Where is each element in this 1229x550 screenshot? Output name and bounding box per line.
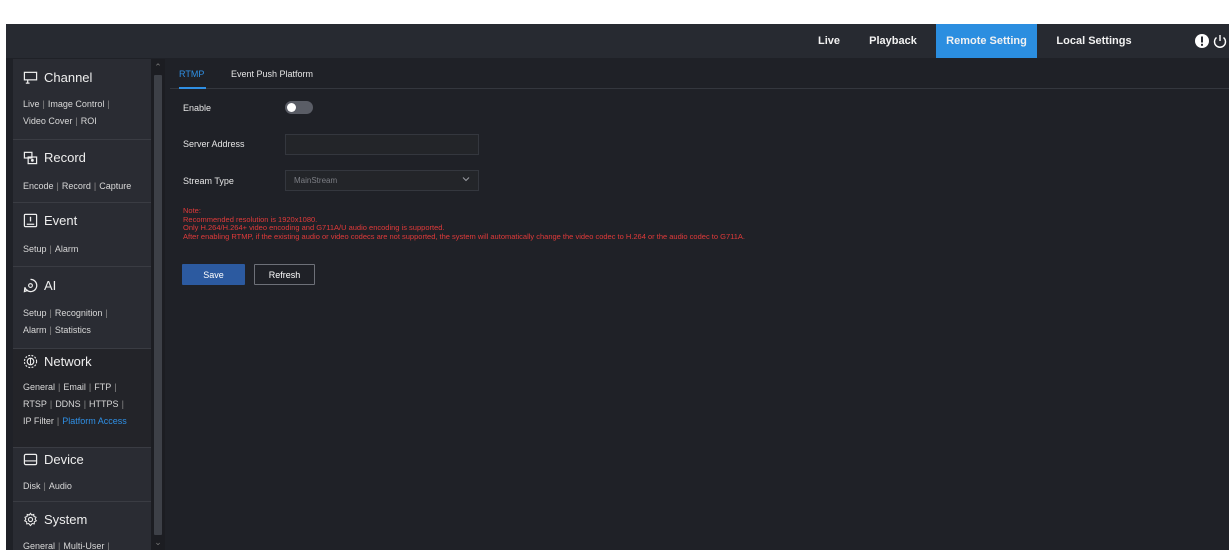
refresh-button[interactable]: Refresh	[254, 264, 315, 285]
power-icon[interactable]	[1212, 33, 1228, 49]
sidebar-section-device: Device Disk | Audio	[13, 448, 151, 502]
link-statistics[interactable]: Statistics	[55, 325, 91, 335]
server-address-label: Server Address	[183, 139, 245, 149]
app-body	[6, 58, 1229, 550]
link-ai-alarm[interactable]: Alarm	[23, 325, 47, 335]
sidebar-header-channel[interactable]: Channel	[23, 70, 92, 85]
system-icon	[23, 512, 38, 527]
alert-icon[interactable]	[1194, 33, 1210, 49]
link-record[interactable]: Record	[62, 181, 91, 191]
sidebar-header-device[interactable]: Device	[23, 452, 84, 467]
sidebar-title-record: Record	[44, 150, 86, 165]
nav-local-settings[interactable]: Local Settings	[1046, 24, 1142, 58]
link-recognition[interactable]: Recognition	[55, 308, 103, 318]
sidebar-title-network: Network	[44, 354, 92, 369]
link-capture[interactable]: Capture	[99, 181, 131, 191]
link-event-setup[interactable]: Setup	[23, 244, 47, 254]
sidebar-title-system: System	[44, 512, 88, 527]
sidebar-header-record[interactable]: Record	[23, 150, 86, 165]
scrollbar-thumb[interactable]	[154, 75, 162, 535]
settings-tabs: RTMP Event Push Platform	[170, 63, 1229, 89]
stream-type-select[interactable]: MainStream	[285, 170, 479, 191]
link-system-general[interactable]: General	[23, 541, 55, 550]
tab-rtmp[interactable]: RTMP	[179, 63, 206, 89]
sidebar-links-ai: Setup | Recognition | Alarm | Statistics	[23, 308, 108, 335]
sidebar-section-ai: AI Setup | Recognition | Alarm | Statistics	[13, 267, 151, 349]
sidebar-section-event: Event Setup | Alarm	[13, 203, 151, 267]
link-event-alarm[interactable]: Alarm	[55, 244, 79, 254]
sidebar-header-event[interactable]: Event	[23, 213, 77, 228]
link-ddns[interactable]: DDNS	[55, 399, 81, 409]
sidebar-links-channel: Live | Image Control | Video Cover | ROI	[23, 99, 110, 126]
sidebar-title-device: Device	[44, 452, 84, 467]
link-general[interactable]: General	[23, 382, 55, 392]
sidebar-title-event: Event	[44, 213, 78, 228]
sidebar-links-record: Encode | Record | Capture	[23, 181, 132, 191]
save-button[interactable]: Save	[182, 264, 245, 285]
sidebar-section-channel: Channel Live | Image Control | Video Cover |…	[13, 59, 151, 140]
sidebar-links-network: General | Email | FTP | RTSP | DDNS | HTTPS | IP F…	[23, 382, 127, 426]
link-live[interactable]: Live	[23, 99, 40, 109]
enable-toggle[interactable]	[285, 101, 313, 114]
server-address-input[interactable]	[285, 134, 479, 155]
link-video-cover[interactable]: Video Cover	[23, 116, 72, 126]
stream-type-value: MainStream	[294, 176, 338, 185]
channel-icon	[23, 71, 38, 84]
toggle-knob	[287, 103, 296, 112]
note-codec-change: After enabling RTMP, if the existing aud…	[183, 231, 745, 241]
link-email[interactable]: Email	[63, 382, 86, 392]
sidebar: Channel Live | Image Control | Video Cover |…	[13, 59, 151, 550]
chevron-down-icon	[462, 177, 470, 182]
scroll-up-icon[interactable]: ⌃	[153, 62, 163, 72]
network-icon	[23, 354, 38, 369]
link-ai-setup[interactable]: Setup	[23, 308, 47, 318]
nav-live[interactable]: Live	[809, 24, 849, 58]
nav-playback[interactable]: Playback	[864, 24, 922, 58]
top-navigation-bar: Live Playback Remote Setting Local Setti…	[6, 24, 1229, 58]
link-audio[interactable]: Audio	[49, 481, 72, 491]
scroll-down-icon[interactable]: ⌄	[153, 537, 163, 547]
sidebar-links-system: General | Multi-User |	[23, 541, 110, 550]
enable-label: Enable	[183, 103, 212, 113]
sidebar-scrollbar[interactable]: ⌃ ⌄	[151, 59, 165, 550]
link-rtsp[interactable]: RTSP	[23, 399, 47, 409]
link-platform-access[interactable]: Platform Access	[62, 416, 127, 426]
stream-type-label: Stream Type	[183, 176, 234, 186]
sidebar-section-system: System General | Multi-User |	[13, 502, 151, 550]
device-icon	[23, 453, 38, 466]
sidebar-header-network[interactable]: Network	[23, 354, 92, 369]
sidebar-section-record: Record Encode | Record | Capture	[13, 140, 151, 203]
tab-event-push-platform[interactable]: Event Push Platform	[231, 63, 327, 89]
sidebar-section-network: Network General | Email | FTP | RTSP | DDNS | HTT…	[13, 349, 151, 448]
sidebar-links-event: Setup | Alarm	[23, 244, 79, 254]
event-icon	[23, 213, 38, 228]
sidebar-header-system[interactable]: System	[23, 512, 87, 527]
link-encode[interactable]: Encode	[23, 181, 54, 191]
nav-remote-setting[interactable]: Remote Setting	[936, 24, 1037, 58]
sidebar-title-channel: Channel	[44, 70, 93, 85]
link-ftp[interactable]: FTP	[94, 382, 111, 392]
sidebar-title-ai: AI	[44, 278, 57, 293]
link-roi[interactable]: ROI	[81, 116, 97, 126]
link-image-control[interactable]: Image Control	[48, 99, 105, 109]
link-multi-user[interactable]: Multi-User	[63, 541, 104, 550]
record-icon	[23, 151, 38, 165]
link-ip-filter[interactable]: IP Filter	[23, 416, 54, 426]
link-disk[interactable]: Disk	[23, 481, 41, 491]
sidebar-header-ai[interactable]: AI	[23, 278, 56, 293]
rtmp-notes: Note: Recommended resolution is 1920x108…	[183, 206, 745, 241]
link-https[interactable]: HTTPS	[89, 399, 119, 409]
sidebar-links-device: Disk | Audio	[23, 481, 72, 491]
ai-icon	[23, 278, 38, 293]
